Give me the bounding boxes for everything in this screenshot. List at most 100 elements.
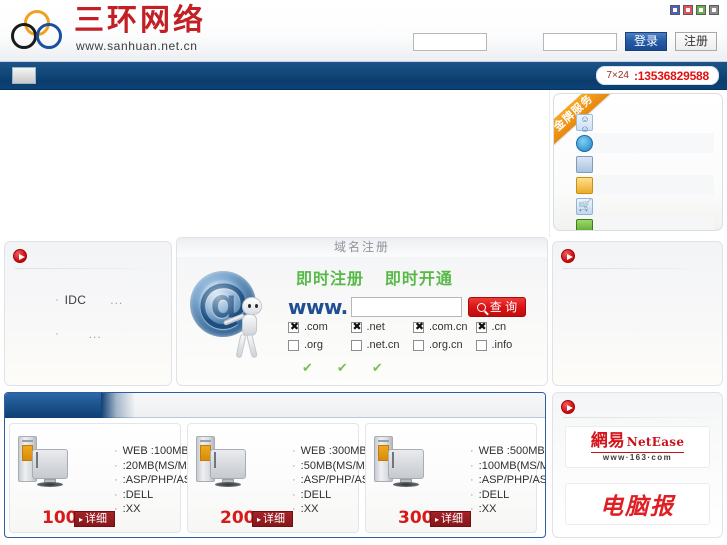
site-logo[interactable]: 三环网络 www.sanhuan.net.cn	[10, 4, 206, 54]
list-item[interactable]	[576, 112, 714, 134]
list-item[interactable]	[576, 217, 714, 230]
detail-button[interactable]: ▸ 详细	[252, 511, 294, 527]
brand-name: 三环网络	[74, 3, 206, 38]
spec-label: :ASP/PHP/ASP.NET	[478, 474, 545, 486]
tld-checkbox-info[interactable]: .info	[475, 339, 539, 351]
partner-logo-netease[interactable]: 網易 NetEase www·163·com	[565, 426, 710, 468]
spec-list: ·WEB :500MB · :100MB(MS/MY) · :ASP/PHP/A…	[430, 444, 545, 517]
hosting-card[interactable]: · WEB :300MB · :50MB(MS/MY) · :ASP/PHP/AS…	[187, 423, 401, 533]
play-icon[interactable]	[561, 249, 575, 263]
nav-home-button[interactable]	[12, 67, 36, 84]
domain-search-input[interactable]	[350, 297, 462, 317]
domain-search-row: www. 查 询	[288, 295, 527, 319]
tab-fill	[5, 393, 101, 418]
divider	[15, 268, 151, 269]
login-button[interactable]: 登录	[624, 32, 667, 51]
spec-item: · :DELL	[292, 488, 332, 501]
spec-label: :XX	[478, 503, 497, 515]
spec-item: · :ASP/PHP/ASP.NET	[114, 474, 223, 486]
netease-logo-url: www·163·com	[590, 451, 685, 462]
netease-logo-en: NetEase	[626, 434, 685, 449]
news-list: · IDC ... · ...	[15, 290, 161, 358]
mascot-figure-icon	[222, 297, 272, 361]
news-panel-right	[552, 241, 723, 386]
ring-blue-icon	[36, 23, 62, 49]
news-panel-left: · IDC ... · ...	[4, 241, 172, 386]
spec-label: :XX	[300, 503, 319, 515]
check-icon: ✔	[336, 360, 348, 375]
detail-button-label: 详细	[263, 512, 286, 525]
checkbox-icon[interactable]	[475, 339, 487, 351]
hosting-card[interactable]: ·WEB :500MB · :100MB(MS/MY) · :ASP/PHP/A…	[365, 423, 545, 533]
price-value: 300	[398, 508, 434, 528]
detail-button[interactable]: ▸ 详细	[430, 511, 472, 527]
tld-checkbox-comcn[interactable]: .com.cn	[413, 321, 476, 334]
tld-label: .net.cn	[366, 339, 400, 351]
cart-icon	[576, 197, 593, 215]
bottom-row: · WEB :100MB · :20MB(MS/MY) · :ASP/PHP/AS…	[0, 390, 727, 542]
username-input[interactable]	[412, 32, 487, 51]
hero-row: 金牌服务	[0, 90, 727, 237]
spec-item: · :100MB(MS/MY)	[470, 459, 545, 474]
checkbox-icon[interactable]	[288, 339, 299, 351]
query-button-label: 查 询	[489, 300, 518, 314]
tld-checkbox-netcn[interactable]: .net.cn	[350, 339, 414, 351]
checkbox-icon[interactable]	[350, 339, 362, 351]
tld-label: .com.cn	[429, 321, 468, 333]
tld-checkbox-orgcn[interactable]: .org.cn	[413, 339, 476, 351]
tld-label: .info	[491, 339, 513, 351]
netease-logo-cn: 網易	[590, 430, 625, 451]
list-item[interactable]	[576, 154, 714, 174]
checkbox-icon[interactable]	[350, 321, 363, 334]
list-item[interactable]: · ...	[55, 324, 161, 358]
tld-checkbox-com[interactable]: .com	[288, 321, 351, 334]
hosting-card[interactable]: · WEB :100MB · :20MB(MS/MY) · :ASP/PHP/AS…	[9, 423, 223, 533]
lang-icon-green[interactable]	[696, 5, 706, 15]
tld-label: .cn	[491, 321, 507, 333]
tld-checkbox-net[interactable]: .net	[350, 321, 414, 334]
detail-button[interactable]: ▸ 详细	[74, 511, 116, 527]
lang-icon-blue[interactable]	[670, 5, 680, 15]
hero-banner[interactable]	[0, 90, 550, 237]
checkbox-icon[interactable]	[288, 321, 300, 334]
spec-label: WEB :500MB	[478, 445, 545, 457]
play-icon[interactable]	[561, 400, 575, 414]
www-prefix: www.	[288, 295, 348, 319]
list-item-label: IDC	[64, 293, 87, 307]
globe-icon	[576, 134, 593, 152]
register-button[interactable]: 注册	[674, 32, 717, 51]
service-hours: 7×24	[606, 70, 629, 81]
tab-fade	[101, 393, 135, 418]
hotline-number: :13536829588	[633, 68, 709, 83]
price-value: 200	[220, 508, 256, 528]
list-item[interactable]: · IDC ...	[55, 290, 161, 324]
spec-label: :DELL	[122, 488, 154, 501]
tab-domain-registration[interactable]: 域名注册	[176, 237, 548, 257]
partner-logo-computer-news[interactable]: 电脑报	[565, 483, 710, 525]
domain-query-button[interactable]: 查 询	[467, 297, 527, 317]
spec-item: · :DELL	[114, 488, 154, 501]
spec-item: · :XX	[292, 503, 319, 515]
tld-checkbox-org[interactable]: .org	[288, 339, 351, 351]
list-item[interactable]	[576, 175, 714, 195]
spec-item: · :ASP/PHP/ASP.NET	[292, 474, 401, 486]
checkbox-icon[interactable]	[413, 321, 425, 334]
spec-label: :100MB(MS/MY)	[478, 459, 545, 472]
spec-item: · :50MB(MS/MY)	[292, 459, 376, 472]
list-item[interactable]	[576, 196, 714, 216]
checkbox-icon[interactable]	[475, 321, 488, 334]
spec-label: WEB :100MB	[122, 445, 189, 457]
play-icon[interactable]	[13, 249, 27, 263]
divider	[563, 417, 708, 418]
checkbox-icon[interactable]	[413, 339, 424, 351]
spec-label: :DELL	[300, 488, 332, 501]
spec-label: :DELL	[478, 488, 510, 501]
server-computer-icon	[16, 436, 70, 490]
list-item[interactable]	[576, 133, 714, 153]
password-input[interactable]	[542, 32, 617, 51]
lang-icon-gray[interactable]	[709, 5, 719, 15]
tld-label: .net	[366, 321, 385, 333]
site-header: 三环网络 www.sanhuan.net.cn 登录 注册	[0, 0, 727, 62]
lang-icon-red[interactable]	[683, 5, 693, 15]
tld-checkbox-cn[interactable]: .cn	[475, 321, 539, 334]
